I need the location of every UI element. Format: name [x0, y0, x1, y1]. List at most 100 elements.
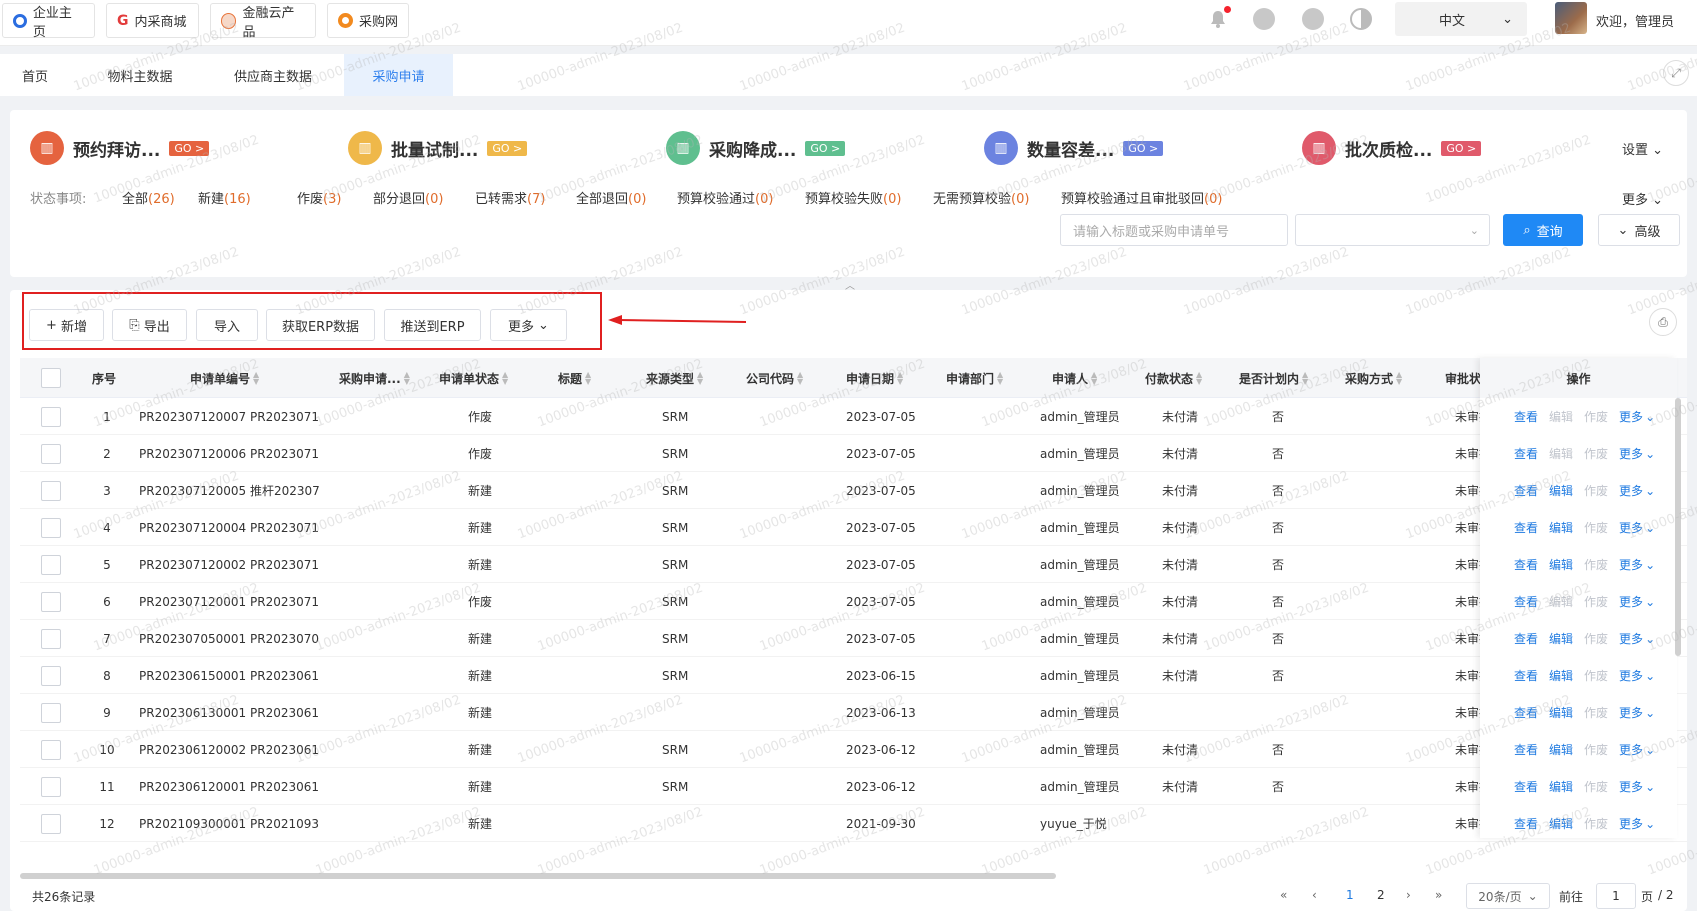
view-link[interactable]: 查看	[1514, 815, 1538, 832]
language-select[interactable]: 中文 ⌄	[1395, 2, 1527, 36]
import-button[interactable]: 导入	[196, 309, 258, 341]
headset-icon[interactable]	[1302, 8, 1324, 30]
row-checkbox[interactable]	[41, 555, 61, 575]
table-row[interactable]: 3 PR202307120005 推杆2023071... 新建 SRM 2023-07…	[20, 472, 1687, 509]
status-item-all[interactable]: 全部(26)	[122, 188, 175, 207]
status-item-new[interactable]: 新建(16)	[198, 188, 251, 207]
edit-link[interactable]: 编辑	[1549, 778, 1573, 795]
advanced-button[interactable]: ⌄ 高级	[1598, 214, 1680, 246]
column-header[interactable]: 申请部门 ▲ ▼	[946, 358, 1003, 398]
vertical-scrollbar[interactable]	[1675, 398, 1681, 656]
row-more-link[interactable]: 更多	[1619, 445, 1643, 462]
status-more-button[interactable]: 更多 ⌄	[1622, 189, 1663, 208]
column-header[interactable]: 申请单编号 ▲ ▼	[190, 358, 259, 398]
table-row[interactable]: 2 PR202307120006 PR202307120... 作废 SRM 2023-…	[20, 435, 1687, 472]
column-header[interactable]: 采购申请... ▲ ▼	[339, 358, 410, 398]
status-item-void[interactable]: 作废(3)	[297, 188, 341, 207]
export-button[interactable]: ⎘ 导出	[112, 309, 187, 341]
edit-link[interactable]: 编辑	[1549, 482, 1573, 499]
view-link[interactable]: 查看	[1514, 630, 1538, 647]
row-checkbox[interactable]	[41, 592, 61, 612]
row-checkbox[interactable]	[41, 407, 61, 427]
edit-link[interactable]: 编辑	[1549, 519, 1573, 536]
go-button[interactable]: GO >	[1123, 140, 1164, 156]
column-header[interactable]: 公司代码 ▲ ▼	[746, 358, 803, 398]
quick-card-trial[interactable]: ▥ 批量试制... GO >	[348, 131, 528, 165]
row-more-link[interactable]: 更多	[1619, 556, 1643, 573]
row-more-link[interactable]: 更多	[1619, 667, 1643, 684]
table-row[interactable]: 12 PR202109300001 PR202109300... 新建 2021-09…	[20, 805, 1687, 842]
table-row[interactable]: 8 PR202306150001 PR202306150... 新建 SRM 2023-…	[20, 657, 1687, 694]
edit-link[interactable]: 编辑	[1549, 630, 1573, 647]
quick-card-qc[interactable]: ▥ 批次质检... GO >	[1302, 131, 1482, 165]
select-all-checkbox[interactable]	[41, 368, 61, 388]
row-more-link[interactable]: 更多	[1619, 704, 1643, 721]
page-input[interactable]: 1	[1596, 883, 1636, 909]
row-checkbox[interactable]	[41, 777, 61, 797]
top-link-finance[interactable]: 金融云产品	[210, 3, 316, 40]
fullscreen-icon[interactable]: ⤢	[1663, 60, 1689, 86]
column-header[interactable]: 申请单状态 ▲ ▼	[439, 358, 508, 398]
go-button[interactable]: GO >	[169, 140, 210, 156]
row-more-link[interactable]: 更多	[1619, 593, 1643, 610]
horizontal-scrollbar[interactable]	[20, 873, 1056, 879]
tab-purchase-request[interactable]: 采购申请	[344, 54, 453, 96]
quick-card-cost[interactable]: ▥ 采购降成... GO >	[666, 131, 846, 165]
row-checkbox[interactable]	[41, 481, 61, 501]
status-item-partial-return[interactable]: 部分退回(0)	[373, 188, 443, 207]
view-link[interactable]: 查看	[1514, 408, 1538, 425]
toolbar-more-button[interactable]: 更多 ⌄	[490, 309, 567, 341]
column-header[interactable]: 来源类型 ▲ ▼	[646, 358, 703, 398]
row-checkbox[interactable]	[41, 444, 61, 464]
column-header[interactable]: 采购方式 ▲ ▼	[1345, 358, 1402, 398]
column-header[interactable]: 付款状态 ▲ ▼	[1145, 358, 1202, 398]
view-link[interactable]: 查看	[1514, 667, 1538, 684]
edit-link[interactable]: 编辑	[1549, 815, 1573, 832]
top-link-mall[interactable]: G 内采商城	[106, 3, 199, 38]
row-checkbox[interactable]	[41, 703, 61, 723]
go-button[interactable]: GO >	[1441, 140, 1482, 156]
top-link-purchase[interactable]: 采购网	[327, 3, 409, 38]
first-page-icon[interactable]: «	[1280, 888, 1287, 902]
row-checkbox[interactable]	[41, 740, 61, 760]
view-link[interactable]: 查看	[1514, 519, 1538, 536]
collapse-chevron-icon[interactable]: ︿	[840, 277, 860, 292]
row-more-link[interactable]: 更多	[1619, 815, 1643, 832]
view-link[interactable]: 查看	[1514, 778, 1538, 795]
row-more-link[interactable]: 更多	[1619, 408, 1643, 425]
quick-card-tolerance[interactable]: ▥ 数量容差... GO >	[984, 131, 1164, 165]
row-more-link[interactable]: 更多	[1619, 630, 1643, 647]
go-button[interactable]: GO >	[487, 140, 528, 156]
row-more-link[interactable]: 更多	[1619, 741, 1643, 758]
column-header[interactable]: 标题 ▲ ▼	[558, 358, 591, 398]
table-row[interactable]: 5 PR202307120002 PR202307120... 新建 SRM 2023-…	[20, 546, 1687, 583]
last-page-icon[interactable]: »	[1435, 888, 1442, 902]
table-row[interactable]: 6 PR202307120001 PR202307120... 作废 SRM 2023-…	[20, 583, 1687, 620]
filter-select[interactable]: ⌄	[1295, 214, 1490, 246]
view-link[interactable]: 查看	[1514, 704, 1538, 721]
column-header[interactable]: 申请日期 ▲ ▼	[846, 358, 903, 398]
row-more-link[interactable]: 更多	[1619, 778, 1643, 795]
add-button[interactable]: + 新增	[29, 309, 104, 341]
next-page-icon[interactable]: ›	[1406, 888, 1411, 902]
status-item-converted[interactable]: 已转需求(7)	[475, 188, 545, 207]
table-row[interactable]: 1 PR202307120007 PR202307120... 作废 SRM 2023-…	[20, 398, 1687, 435]
view-link[interactable]: 查看	[1514, 482, 1538, 499]
tab-supplier[interactable]: 供应商主数据	[215, 54, 331, 96]
quick-card-visit[interactable]: ▥ 预约拜访... GO >	[30, 131, 210, 165]
status-item-budget-fail[interactable]: 预算校验失败(0)	[805, 188, 901, 207]
row-more-link[interactable]: 更多	[1619, 482, 1643, 499]
tab-home[interactable]: 首页	[0, 54, 70, 96]
push-erp-button[interactable]: 推送到ERP	[384, 309, 481, 341]
chat-icon[interactable]	[1253, 8, 1275, 30]
tab-material[interactable]: 物料主数据	[88, 54, 192, 96]
page-number[interactable]: 2	[1377, 888, 1385, 902]
status-item-budget-pass-rejected[interactable]: 预算校验通过且审批驳回(0)	[1061, 188, 1222, 207]
row-checkbox[interactable]	[41, 814, 61, 834]
settings-button[interactable]: 设置 ⌄	[1622, 139, 1663, 158]
table-row[interactable]: 9 PR202306130001 PR202306130... 新建 2023-06-…	[20, 694, 1687, 731]
row-checkbox[interactable]	[41, 666, 61, 686]
print-icon[interactable]: ⎙	[1649, 308, 1677, 336]
view-link[interactable]: 查看	[1514, 593, 1538, 610]
status-item-no-budget[interactable]: 无需预算校验(0)	[933, 188, 1029, 207]
